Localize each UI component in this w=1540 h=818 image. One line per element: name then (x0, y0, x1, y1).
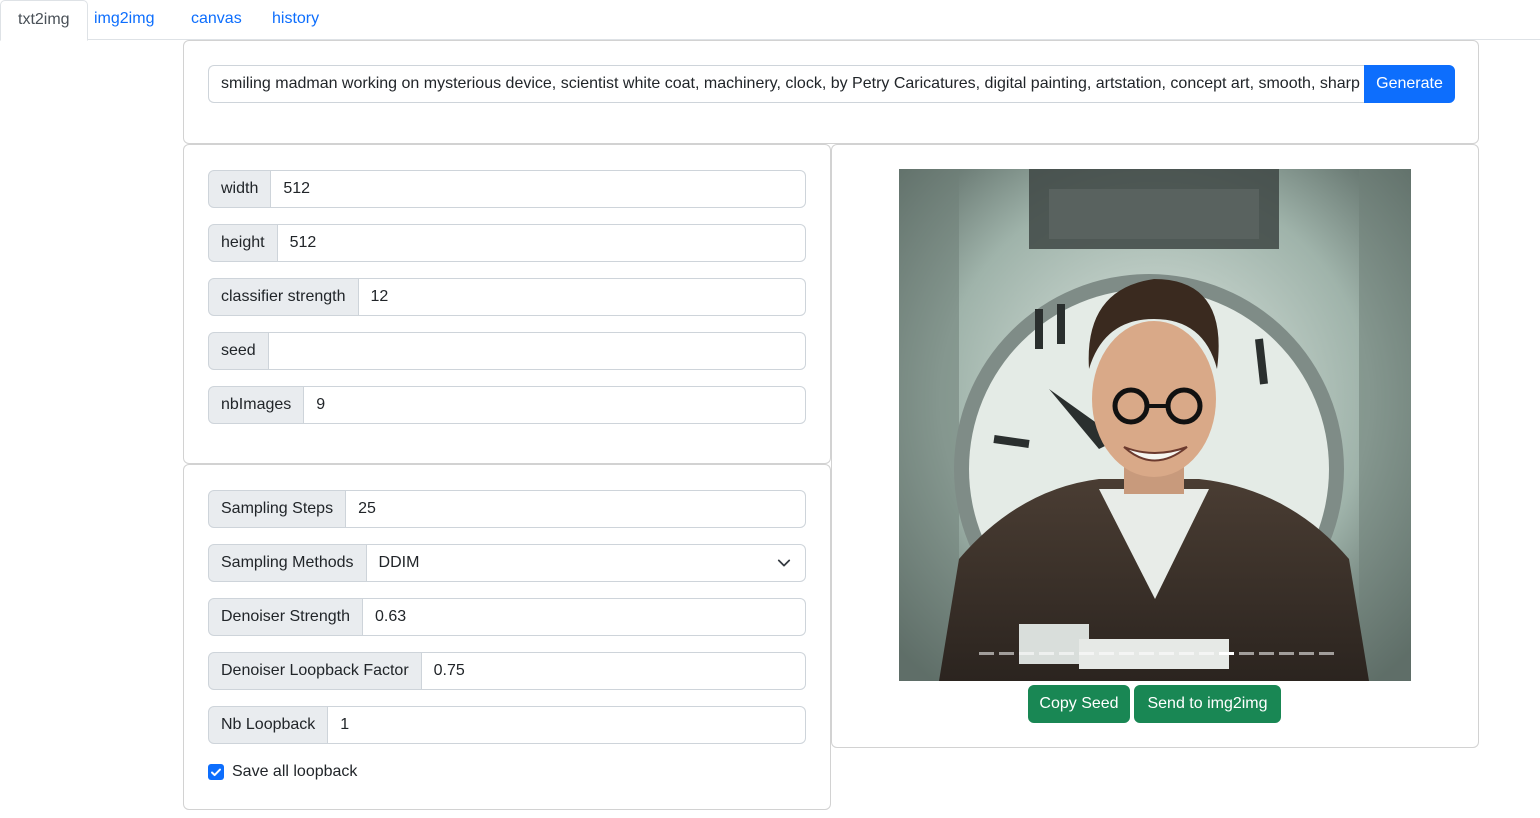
carousel-indicator[interactable] (1199, 652, 1214, 655)
result-card: Copy Seed Send to img2img (831, 144, 1479, 748)
generated-image[interactable] (899, 169, 1411, 681)
carousel-indicator[interactable] (1319, 652, 1334, 655)
prompt-input[interactable]: smiling madman working on mysterious dev… (208, 65, 1364, 103)
tab-txt2img[interactable]: txt2img (0, 0, 88, 41)
tab-img2img[interactable]: img2img (77, 0, 171, 40)
carousel-indicator[interactable] (1159, 652, 1174, 655)
tab-history[interactable]: history (255, 0, 336, 40)
carousel-indicator[interactable] (1279, 652, 1294, 655)
sampling-methods-group: Sampling Methods DDIM (208, 544, 806, 582)
carousel-indicator[interactable] (1139, 652, 1154, 655)
nb-loopback-label: Nb Loopback (208, 706, 329, 744)
carousel-indicator[interactable] (1059, 652, 1074, 655)
sampling-methods-select[interactable]: DDIM (366, 544, 806, 582)
carousel-indicator[interactable] (999, 652, 1014, 655)
height-input[interactable]: 512 (277, 224, 806, 262)
classifier-strength-group: classifier strength 12 (208, 278, 806, 316)
nbimages-input[interactable]: 9 (304, 386, 806, 424)
sampling-steps-group: Sampling Steps 25 (208, 490, 806, 528)
save-loopback-checkbox[interactable] (208, 764, 224, 780)
classifier-strength-label: classifier strength (208, 278, 359, 316)
generate-button[interactable]: Generate (1364, 65, 1455, 103)
carousel-indicator[interactable] (1039, 652, 1054, 655)
save-loopback-label[interactable]: Save all loopback (232, 763, 357, 781)
chevron-down-icon (777, 559, 791, 567)
sampling-steps-input[interactable]: 25 (346, 490, 806, 528)
generated-portrait-image (899, 169, 1411, 681)
sampling-card: Sampling Steps 25 Sampling Methods DDIM … (183, 464, 831, 810)
width-group: width 512 (208, 170, 806, 208)
carousel-indicators (979, 652, 1334, 655)
tab-bar: txt2img img2img canvas history (0, 0, 1540, 41)
height-group: height 512 (208, 224, 806, 262)
carousel-indicator[interactable] (1219, 652, 1234, 655)
denoiser-strength-label: Denoiser Strength (208, 598, 363, 636)
send-to-img2img-button[interactable]: Send to img2img (1134, 685, 1281, 723)
width-input[interactable]: 512 (271, 170, 806, 208)
sampling-methods-value: DDIM (378, 554, 420, 571)
denoiser-strength-input[interactable]: 0.63 (362, 598, 806, 636)
carousel-indicator[interactable] (1259, 652, 1274, 655)
carousel-indicator[interactable] (1119, 652, 1134, 655)
carousel-indicator[interactable] (979, 652, 994, 655)
denoiser-loopback-factor-label: Denoiser Loopback Factor (208, 652, 422, 690)
copy-seed-button[interactable]: Copy Seed (1028, 685, 1130, 723)
denoiser-loopback-factor-group: Denoiser Loopback Factor 0.75 (208, 652, 806, 690)
width-label: width (208, 170, 272, 208)
height-label: height (208, 224, 278, 262)
carousel-indicator[interactable] (1099, 652, 1114, 655)
nb-loopback-group: Nb Loopback 1 (208, 706, 806, 744)
nb-loopback-input[interactable]: 1 (328, 706, 806, 744)
tab-canvas[interactable]: canvas (174, 0, 259, 40)
denoiser-strength-group: Denoiser Strength 0.63 (208, 598, 806, 636)
classifier-strength-input[interactable]: 12 (358, 278, 806, 316)
prompt-card: smiling madman working on mysterious dev… (183, 40, 1479, 144)
seed-group: seed (208, 332, 806, 370)
sampling-steps-label: Sampling Steps (208, 490, 347, 528)
carousel-indicator[interactable] (1019, 652, 1034, 655)
carousel-indicator[interactable] (1079, 652, 1094, 655)
carousel-indicator[interactable] (1179, 652, 1194, 655)
denoiser-loopback-factor-input[interactable]: 0.75 (421, 652, 806, 690)
save-loopback-row: Save all loopback (208, 762, 357, 782)
seed-input[interactable] (268, 332, 806, 370)
carousel-indicator[interactable] (1239, 652, 1254, 655)
nbimages-group: nbImages 9 (208, 386, 806, 424)
params-card: width 512 height 512 classifier strength… (183, 144, 831, 464)
checkmark-icon (211, 768, 221, 777)
nbimages-label: nbImages (208, 386, 305, 424)
carousel-indicator[interactable] (1299, 652, 1314, 655)
seed-label: seed (208, 332, 269, 370)
sampling-methods-label: Sampling Methods (208, 544, 367, 582)
